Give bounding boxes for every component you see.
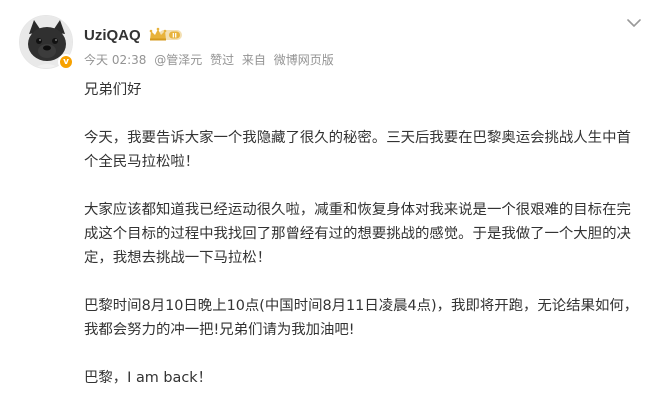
post-paragraph: 巴黎时间8月10日晚上10点(中国时间8月11日凌晨4点)，我即将开跑，无论结果…: [84, 298, 639, 338]
chevron-down-icon: [627, 19, 641, 27]
at-mention-link[interactable]: @管泽元: [154, 53, 202, 67]
username-link[interactable]: UziQAQ: [84, 27, 141, 44]
post-content: 兄弟们好 今天，我要告诉大家一个我隐藏了很久的秘密。三天后我要在巴黎奥运会挑战人…: [84, 78, 644, 414]
post-paragraph: 大家应该都知道我已经运动很久啦，减重和恢复身体对我来说是一个很艰难的目标在完成这…: [84, 202, 631, 266]
post-meta: 今天 02:38 @管泽元 赞过 来自 微博网页版: [84, 51, 338, 68]
post-menu-button[interactable]: [625, 14, 643, 32]
liked-label: 赞过: [210, 53, 235, 67]
verified-v-icon: v: [58, 54, 74, 70]
vip-crown-icon: II: [149, 27, 182, 41]
post-paragraph: 巴黎，I am back！: [84, 370, 212, 386]
weibo-post-card: v UziQAQ II 今天 02:38 @管泽元 赞过 来自 微博网页版 兄弟…: [0, 0, 660, 419]
name-row: UziQAQ II: [84, 25, 183, 45]
source-link[interactable]: 微博网页版: [274, 53, 334, 67]
svg-text:II: II: [172, 32, 177, 40]
source-prefix: 来自: [241, 53, 266, 67]
avatar-container[interactable]: v: [19, 15, 74, 70]
timestamp-link[interactable]: 今天 02:38: [84, 53, 146, 67]
post-paragraph: 今天，我要告诉大家一个我隐藏了很久的秘密。三天后我要在巴黎奥运会挑战人生中首个全…: [84, 130, 631, 170]
post-paragraph: 兄弟们好: [84, 82, 142, 98]
crown-vip-badge-icon[interactable]: II: [149, 27, 183, 43]
